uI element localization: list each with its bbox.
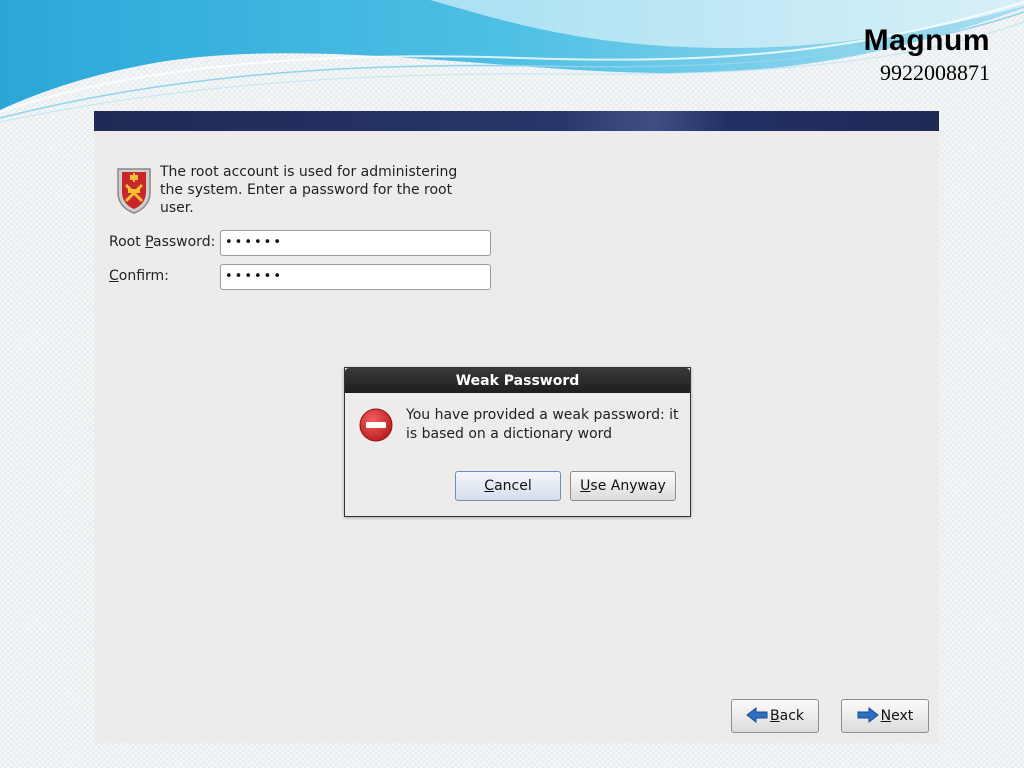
- cancel-button[interactable]: Cancel: [455, 471, 561, 501]
- weak-password-dialog: Weak Password You have provided a weak p…: [344, 367, 691, 517]
- use-anyway-button[interactable]: Use Anyway: [570, 471, 676, 501]
- root-account-description: The root account is used for administeri…: [160, 164, 458, 216]
- root-password-input[interactable]: ••••••: [220, 230, 491, 256]
- confirm-password-label: Confirm:: [109, 268, 169, 284]
- dialog-title: Weak Password: [345, 368, 690, 393]
- confirm-password-input[interactable]: ••••••: [220, 264, 491, 290]
- arrow-left-icon: [746, 706, 768, 723]
- shield-icon: [117, 168, 151, 214]
- brand-phone: 9922008871: [880, 60, 990, 85]
- root-password-label: Root Password:: [109, 234, 216, 250]
- installer-header-bar: [94, 111, 939, 131]
- installer-window: The root account is used for administeri…: [94, 111, 939, 743]
- back-button[interactable]: Back: [731, 699, 819, 733]
- dialog-message: You have provided a weak password: it is…: [406, 407, 679, 442]
- arrow-right-icon: [857, 706, 879, 723]
- brand-block: Magnum 9922008871: [864, 24, 990, 86]
- stop-icon: [359, 408, 393, 442]
- brand-name: Magnum: [863, 24, 990, 57]
- next-button[interactable]: Next: [841, 699, 929, 733]
